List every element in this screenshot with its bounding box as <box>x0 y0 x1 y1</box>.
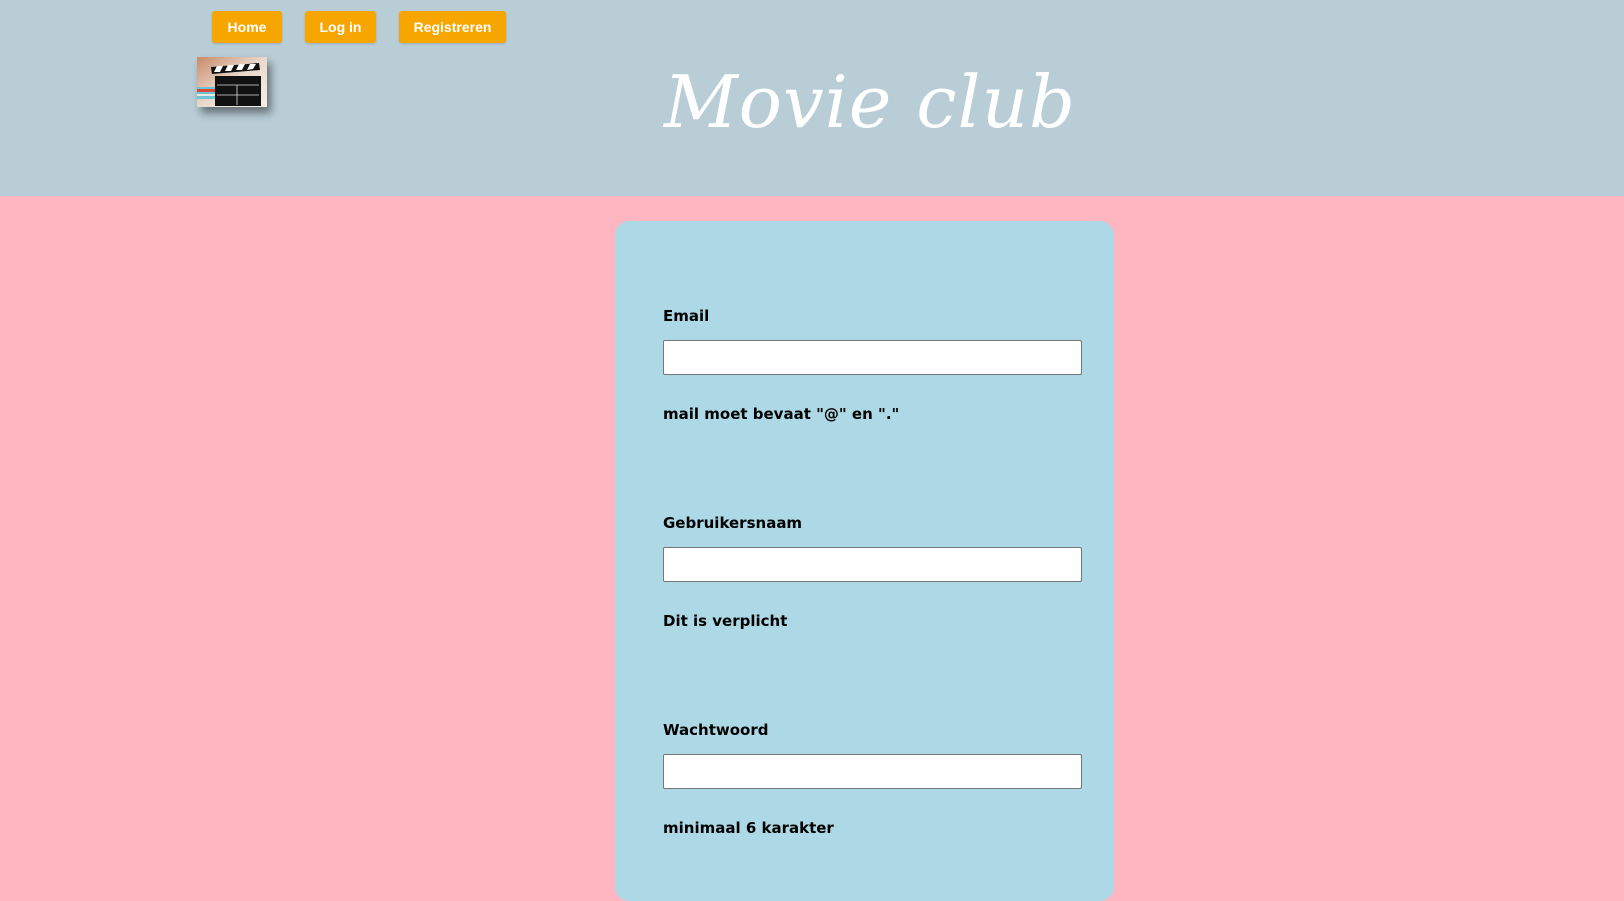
username-hint: Dit is verplicht <box>663 612 788 630</box>
email-hint: mail moet bevaat "@" en "." <box>663 405 900 423</box>
password-hint: minimaal 6 karakter <box>663 819 834 837</box>
home-button[interactable]: Home <box>212 11 282 43</box>
username-label: Gebruikersnaam <box>663 514 803 532</box>
email-field[interactable] <box>663 340 1082 375</box>
username-field[interactable] <box>663 547 1082 582</box>
password-field[interactable] <box>663 754 1082 789</box>
email-label: Email <box>663 307 710 325</box>
site-title: Movie club <box>663 60 1077 144</box>
register-form-panel: Email mail moet bevaat "@" en "." Gebrui… <box>615 221 1114 901</box>
clapperboard-icon[interactable] <box>197 57 267 107</box>
login-button[interactable]: Log in <box>305 11 376 43</box>
register-button[interactable]: Registreren <box>399 11 506 43</box>
site-header: Home Log in Registreren Movie club <box>0 0 1624 196</box>
password-label: Wachtwoord <box>663 721 769 739</box>
